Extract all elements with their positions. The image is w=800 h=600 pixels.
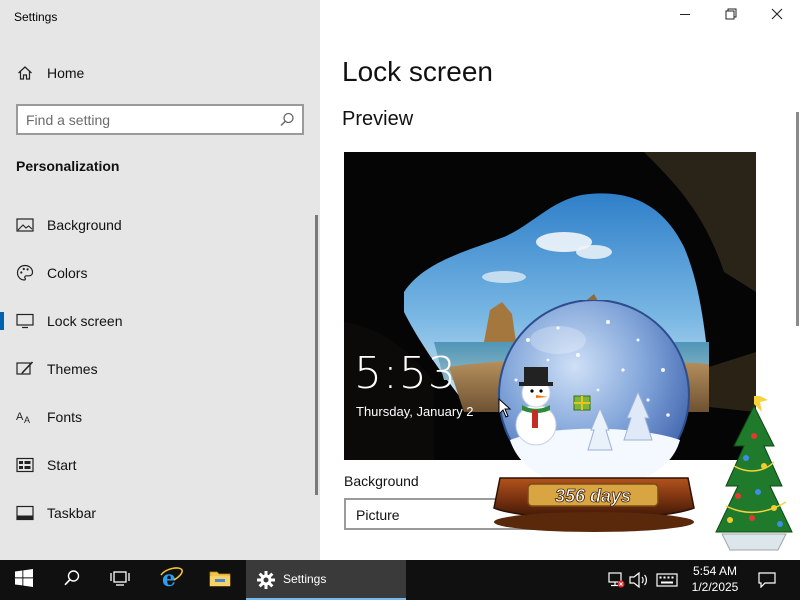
- notification-icon[interactable]: [757, 571, 777, 589]
- svg-text:e: e: [162, 567, 176, 589]
- sidebar-item-label: Background: [47, 217, 122, 233]
- palette-icon: [16, 264, 34, 282]
- start-icon: [16, 456, 34, 474]
- gear-icon: [257, 571, 275, 594]
- nav-scrollbar[interactable]: [315, 215, 318, 495]
- taskbar-icon: [16, 504, 34, 522]
- internet-explorer-icon: e: [160, 566, 184, 594]
- sidebar-item-background[interactable]: Background: [0, 205, 320, 245]
- restore-icon: [725, 7, 737, 25]
- page-title: Lock screen: [342, 56, 493, 87]
- app-title: Settings: [14, 10, 58, 24]
- keyboard-icon[interactable]: [655, 571, 679, 589]
- task-view-icon: [110, 569, 130, 592]
- settings-taskbar-label: Settings: [283, 572, 327, 586]
- background-label: Background: [344, 473, 419, 489]
- start-button[interactable]: [0, 560, 48, 600]
- taskbar-search-button[interactable]: [48, 560, 96, 600]
- minimize-button[interactable]: [662, 0, 708, 32]
- file-explorer-icon: [209, 569, 231, 592]
- svg-text:A: A: [24, 415, 30, 425]
- start-icon: [15, 568, 33, 592]
- file-explorer-button[interactable]: [196, 560, 244, 600]
- task-view-button[interactable]: [96, 560, 144, 600]
- sidebar-item-label: Taskbar: [47, 505, 97, 521]
- search-icon: [63, 569, 81, 592]
- snow-globe-graphic: 356 days: [493, 299, 695, 532]
- close-icon: [771, 7, 783, 25]
- sidebar-item-fonts[interactable]: AA Fonts: [0, 397, 320, 437]
- sidebar-item-label: Colors: [47, 265, 88, 281]
- home-icon: [16, 64, 34, 82]
- volume-icon[interactable]: [629, 571, 649, 589]
- sidebar-item-lock-screen[interactable]: Lock screen: [0, 301, 320, 341]
- christmas-tree-gadget[interactable]: [708, 390, 800, 560]
- sidebar-item-start[interactable]: Start: [0, 445, 320, 485]
- background-dropdown-value: Picture: [356, 507, 400, 523]
- search-input[interactable]: [26, 111, 276, 129]
- restore-button[interactable]: [708, 0, 754, 32]
- monitor-icon: [16, 312, 34, 330]
- close-button[interactable]: [754, 0, 800, 32]
- svg-text:A: A: [16, 411, 24, 423]
- sidebar-item-label: Fonts: [47, 409, 83, 425]
- search-icon[interactable]: [278, 111, 296, 129]
- preview-time: 5:53: [354, 348, 457, 399]
- snow-globe-gadget[interactable]: 356 days: [488, 299, 703, 560]
- settings-nav-pane: Settings Home Personalization Background…: [0, 0, 320, 560]
- nav-home-label: Home: [47, 65, 85, 81]
- taskbar: e Settings 5:54 AM 1/2/2025: [0, 560, 800, 600]
- nav-home[interactable]: Home: [0, 53, 320, 93]
- network-disconnected-icon[interactable]: [606, 571, 626, 589]
- selection-indicator: [0, 312, 4, 330]
- sidebar-item-themes[interactable]: Themes: [0, 349, 320, 389]
- days-counter: 356 days: [555, 486, 631, 506]
- clock-date: 1/2/2025: [691, 580, 739, 594]
- sidebar-item-colors[interactable]: Colors: [0, 253, 320, 293]
- sidebar-item-label: Start: [47, 457, 77, 473]
- picture-icon: [16, 216, 34, 234]
- preview-date: Thursday, January 2: [356, 404, 474, 419]
- search-box: [16, 104, 304, 135]
- clock-time: 5:54 AM: [692, 564, 738, 578]
- internet-explorer-button[interactable]: e: [148, 560, 196, 600]
- settings-taskbar-button[interactable]: Settings: [246, 560, 406, 600]
- taskbar-clock[interactable]: 5:54 AM 1/2/2025: [684, 563, 746, 595]
- christmas-tree-icon: [715, 390, 793, 551]
- sidebar-item-taskbar[interactable]: Taskbar: [0, 493, 320, 533]
- sidebar-item-label: Themes: [47, 361, 98, 377]
- mouse-cursor-icon: [498, 397, 512, 418]
- main-scrollbar[interactable]: [796, 112, 799, 326]
- sidebar-item-label: Lock screen: [47, 313, 123, 329]
- minimize-icon: [679, 7, 691, 25]
- font-icon: AA: [16, 408, 34, 426]
- preview-heading: Preview: [342, 108, 414, 130]
- brush-icon: [16, 360, 34, 378]
- section-title: Personalization: [16, 158, 120, 174]
